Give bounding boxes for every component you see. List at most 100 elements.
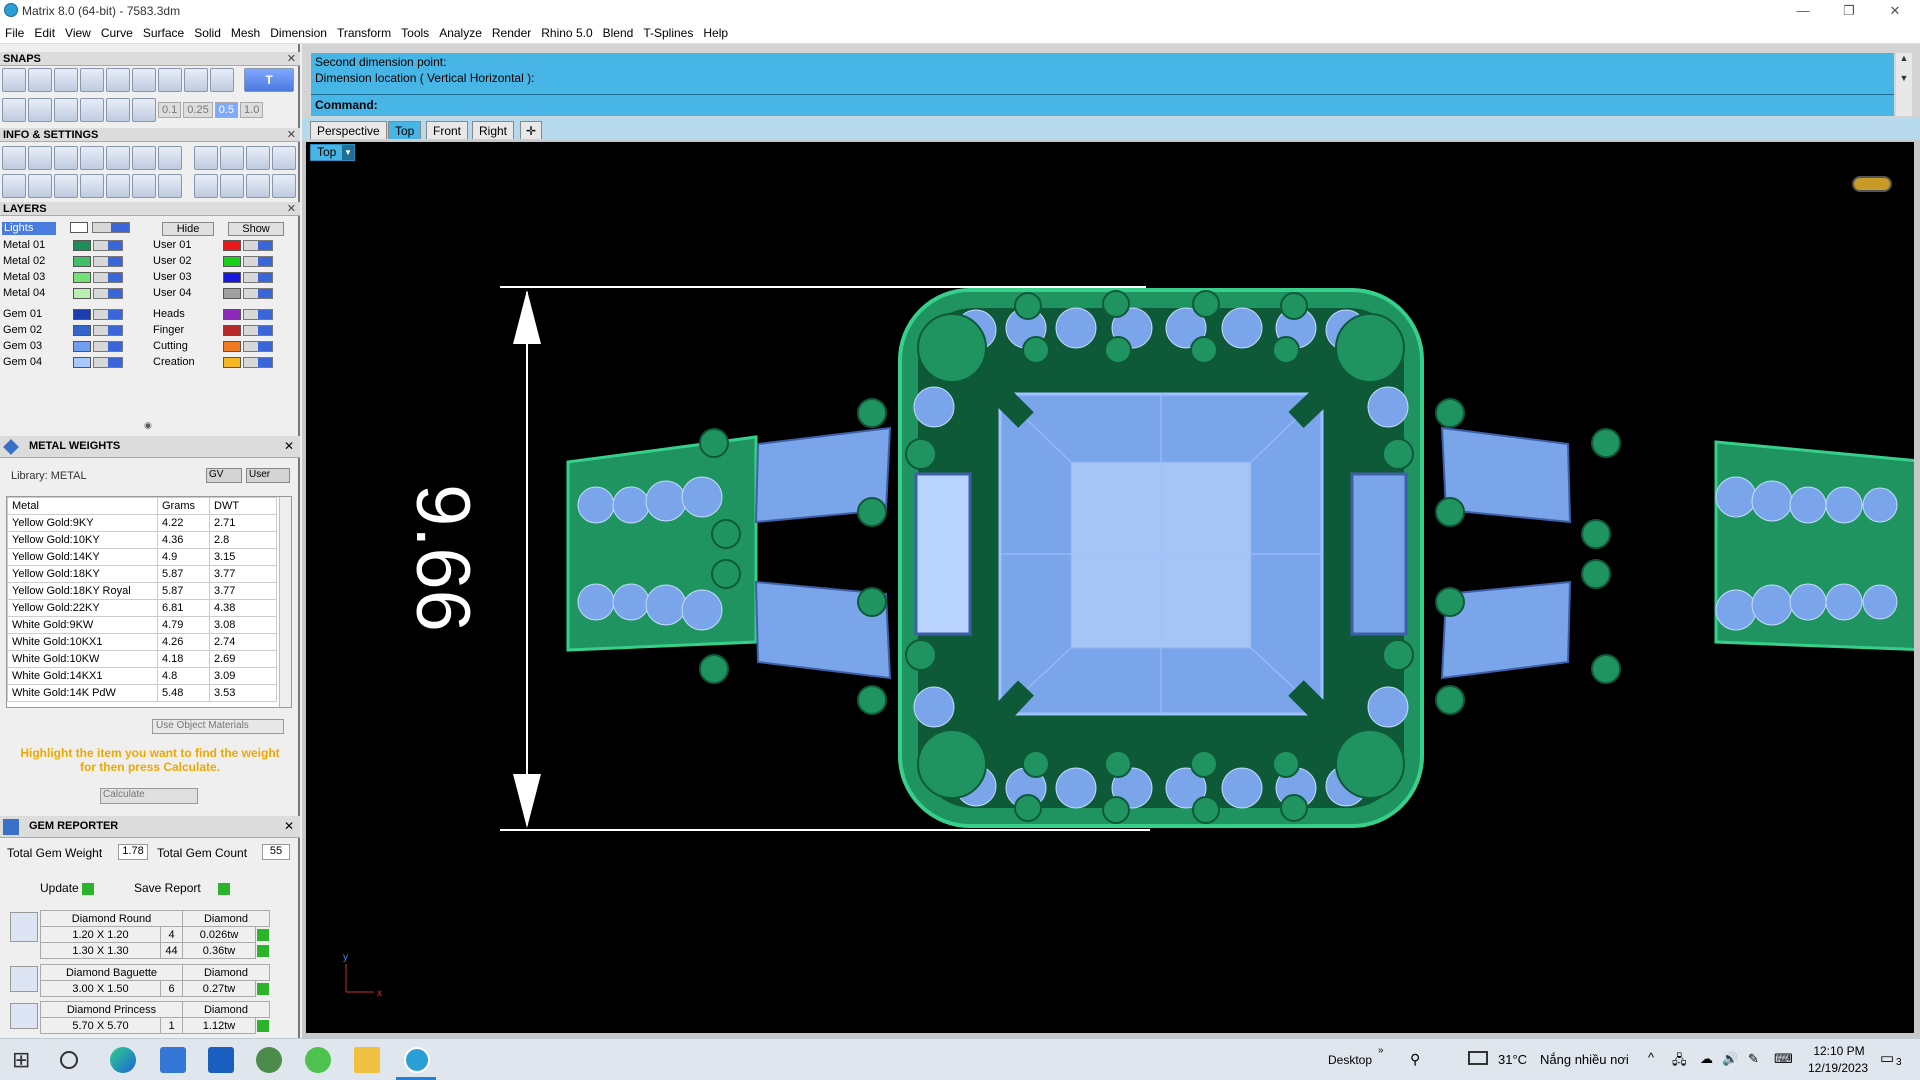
tool-d-icon[interactable] — [272, 174, 296, 198]
layer-row[interactable]: Metal 01 — [3, 238, 145, 253]
layer-color-swatch[interactable] — [223, 356, 241, 368]
toolbar-expand-icon[interactable]: » — [1378, 1045, 1384, 1056]
box-icon[interactable] — [54, 174, 78, 198]
edit-icon[interactable] — [132, 146, 156, 170]
viewports-icon[interactable] — [2, 174, 26, 198]
layer-color-swatch[interactable] — [73, 287, 91, 299]
layer-toggles[interactable] — [93, 356, 123, 368]
snap-active-button[interactable]: T — [244, 68, 294, 92]
network-icon[interactable]: 🖧 — [1672, 1051, 1687, 1073]
volume-icon[interactable]: 🔊 — [1722, 1051, 1738, 1067]
save-report-button[interactable]: Save Report — [134, 880, 258, 897]
menu-transform[interactable]: Transform — [332, 22, 396, 44]
table-row[interactable]: White Gold:10KW 4.18 2.69 — [7, 650, 277, 668]
layer-toggles[interactable] — [93, 271, 123, 283]
matrix-taskbar-icon[interactable] — [404, 1047, 430, 1073]
menu-rhino[interactable]: Rhino 5.0 — [536, 22, 597, 44]
mail-icon[interactable] — [208, 1047, 234, 1073]
store-icon[interactable] — [160, 1047, 186, 1073]
menu-file[interactable]: File — [0, 22, 29, 44]
menu-analyze[interactable]: Analyze — [434, 22, 487, 44]
add-viewport-icon[interactable]: ✛ — [520, 121, 543, 139]
layer-toggles[interactable] — [93, 239, 123, 251]
doc-icon[interactable] — [106, 146, 130, 170]
window2-icon[interactable] — [246, 146, 270, 170]
snap-near-icon[interactable] — [28, 68, 52, 92]
gv-button[interactable]: GV — [206, 468, 242, 483]
layer-color-swatch[interactable] — [73, 356, 91, 368]
desktop-toolbar[interactable]: Desktop — [1328, 1053, 1372, 1067]
menu-help[interactable]: Help — [698, 22, 733, 44]
grid-icon[interactable] — [2, 98, 26, 122]
snap-value-025[interactable]: 0.25 — [183, 102, 213, 118]
table-row[interactable]: White Gold:14K PdW 5.48 3.53 — [7, 684, 277, 702]
gem-row-action[interactable] — [256, 1018, 270, 1034]
folder-icon[interactable] — [354, 1047, 380, 1073]
layer-row[interactable]: User 01 — [153, 238, 295, 253]
table-row[interactable]: White Gold:14KX1 4.8 3.09 — [7, 667, 277, 685]
command-input[interactable] — [391, 97, 1881, 113]
layer-row[interactable]: Gem 02 — [3, 323, 145, 338]
menu-dimension[interactable]: Dimension — [265, 22, 332, 44]
menu-curve[interactable]: Curve — [96, 22, 138, 44]
menu-edit[interactable]: Edit — [29, 22, 60, 44]
pen-icon[interactable]: ✎ — [1748, 1051, 1759, 1067]
gem-row[interactable]: 3.00 X 1.50 6 0.27tw — [40, 980, 270, 997]
menu-tsplines[interactable]: T-Splines — [638, 22, 698, 44]
clock-date[interactable]: 12/19/2023 — [1804, 1061, 1872, 1075]
tab-perspective[interactable]: Perspective — [310, 121, 387, 139]
gem-row[interactable]: 1.30 X 1.30 44 0.36tw — [40, 942, 270, 959]
close-button[interactable]: ✕ — [1872, 0, 1918, 22]
snap-value-05[interactable]: 0.5 — [214, 102, 239, 118]
layer-row[interactable]: Metal 02 — [3, 254, 145, 269]
snap-quad-icon[interactable] — [158, 68, 182, 92]
edge-icon[interactable] — [110, 1047, 136, 1073]
gem-row[interactable]: 5.70 X 5.70 1 1.12tw — [40, 1017, 270, 1034]
table-row[interactable]: Yellow Gold:18KY Royal 5.87 3.77 — [7, 582, 277, 600]
app-green-icon[interactable] — [305, 1047, 331, 1073]
layers-icon[interactable] — [54, 146, 78, 170]
search-icon[interactable] — [60, 1051, 78, 1069]
window3-icon[interactable] — [272, 146, 296, 170]
gem-row[interactable]: 1.20 X 1.20 4 0.026tw — [40, 926, 270, 943]
snap-int-icon[interactable] — [210, 68, 234, 92]
layer-color-swatch[interactable] — [223, 255, 241, 267]
layer-color-swatch[interactable] — [223, 239, 241, 251]
minimize-button[interactable]: — — [1780, 0, 1826, 22]
tool-b-icon[interactable] — [220, 174, 244, 198]
hide-button[interactable]: Hide — [162, 222, 214, 236]
people-icon[interactable]: ⚲ — [1410, 1051, 1420, 1068]
menu-blend[interactable]: Blend — [598, 22, 639, 44]
layer-toggles[interactable] — [93, 324, 123, 336]
tool-c-icon[interactable] — [246, 174, 270, 198]
tab-front[interactable]: Front — [426, 121, 469, 139]
layer-row[interactable]: Finger — [153, 323, 295, 338]
menu-surface[interactable]: Surface — [138, 22, 189, 44]
viewport-top[interactable]: Top ▼ y x 9.66 — [306, 142, 1914, 1033]
table-row[interactable]: Yellow Gold:10KY 4.36 2.8 — [7, 531, 277, 549]
start-icon[interactable]: ⊞ — [12, 1047, 38, 1073]
layer-color-swatch[interactable] — [73, 239, 91, 251]
info-close-icon[interactable]: ✕ — [287, 128, 296, 142]
table-row[interactable]: White Gold:9KW 4.79 3.08 — [7, 616, 277, 634]
layer-color-swatch[interactable] — [223, 271, 241, 283]
metal-weights-close-icon[interactable]: ✕ — [284, 439, 294, 453]
layer-row[interactable]: Cutting — [153, 339, 295, 354]
layer-row[interactable]: Metal 03 — [3, 270, 145, 285]
layers-close-icon[interactable]: ✕ — [287, 202, 296, 216]
use-object-materials-toggle[interactable]: Use Object Materials — [152, 719, 284, 734]
menu-render[interactable]: Render — [487, 22, 536, 44]
table-row[interactable]: Yellow Gold:14KY 4.9 3.15 — [7, 548, 277, 566]
weather-text[interactable]: Nắng nhiều nơi — [1540, 1052, 1629, 1067]
lights-toggles[interactable] — [92, 222, 130, 233]
monitor-icon[interactable] — [28, 174, 52, 198]
layer-toggles[interactable] — [243, 324, 273, 336]
table-row[interactable]: White Gold:10KX1 4.26 2.74 — [7, 633, 277, 651]
layer-toggles[interactable] — [243, 255, 273, 267]
app-wing-icon[interactable] — [256, 1047, 282, 1073]
tray-expand-icon[interactable]: ^ — [1648, 1050, 1654, 1065]
layer-toggles[interactable] — [93, 287, 123, 299]
layers-expand-icon[interactable]: ◉ — [144, 420, 152, 431]
table-row[interactable]: Yellow Gold:22KY 6.81 4.38 — [7, 599, 277, 617]
render-icon[interactable] — [194, 146, 218, 170]
